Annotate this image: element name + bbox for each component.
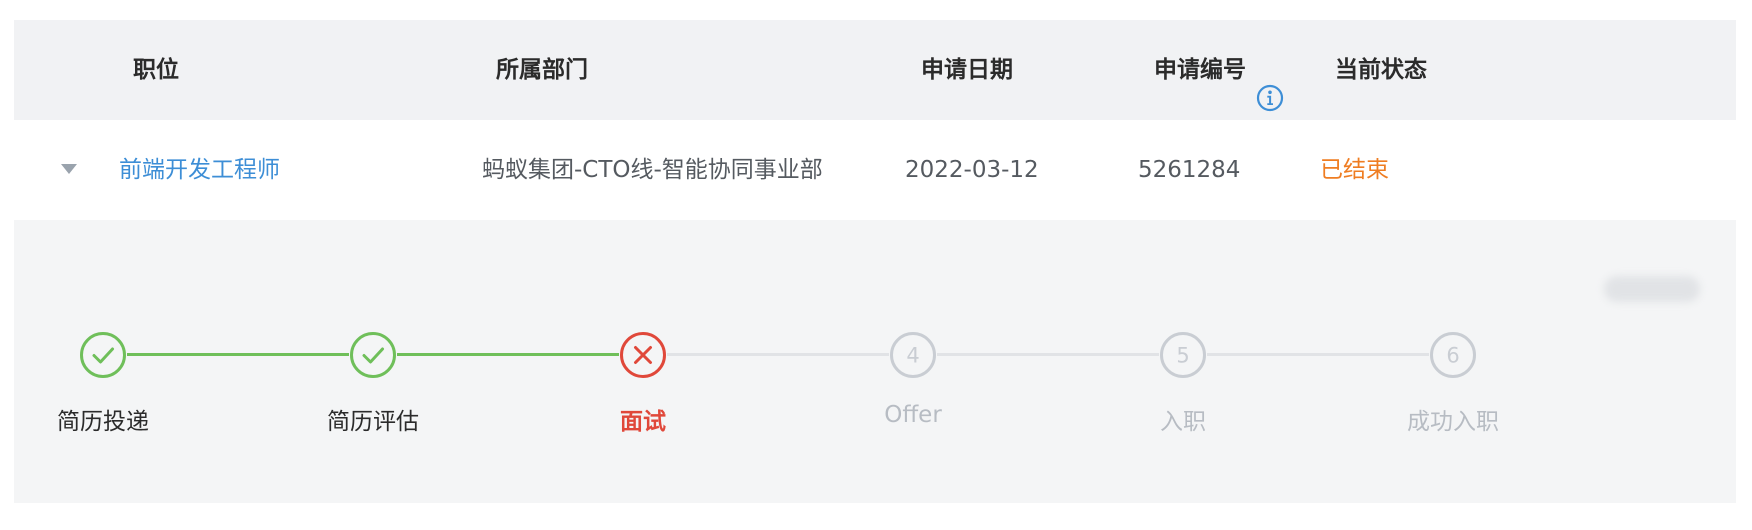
step-connector: [667, 353, 889, 356]
step-4-circle-icon: 4: [889, 331, 937, 379]
step-label-offer: Offer: [884, 402, 942, 428]
caret-down-icon[interactable]: [61, 164, 77, 174]
step-6-circle-icon: 6: [1429, 331, 1477, 379]
status-badge: 已结束: [1320, 157, 1389, 183]
step-label-onboard: 入职: [1160, 409, 1206, 435]
table-row[interactable]: 前端开发工程师 蚂蚁集团-CTO线-智能协同事业部 2022-03-12 526…: [14, 120, 1736, 220]
close-circle-icon: [619, 331, 667, 379]
check-circle-icon: [79, 331, 127, 379]
blurred-note: [1604, 276, 1700, 302]
application-table: 职位 所属部门 申请日期 申请编号 当前状态 前端开发工程师 蚂蚁集团-CTO线…: [14, 20, 1736, 503]
step-label-onboard-success: 成功入职: [1407, 409, 1499, 435]
step-label-resume-review: 简历评估: [327, 409, 419, 435]
step-connector: [397, 353, 619, 356]
step-connector: [127, 353, 349, 356]
progress-panel: 4 5 6 简历投递 简历评估 面试 Offer 入职 成功入职: [14, 220, 1736, 503]
step-connector: [1207, 353, 1429, 356]
department-cell: 蚂蚁集团-CTO线-智能协同事业部: [482, 157, 823, 183]
column-header-apply-number: 申请编号: [1154, 20, 1284, 120]
column-header-apply-number-label: 申请编号: [1154, 57, 1246, 83]
column-header-position: 职位: [133, 57, 179, 83]
column-header-department: 所属部门: [496, 57, 588, 83]
step-label-interview: 面试: [620, 409, 666, 435]
check-circle-icon: [349, 331, 397, 379]
step-4-number: 4: [906, 344, 919, 368]
step-5-number: 5: [1176, 344, 1189, 368]
step-label-resume-submit: 简历投递: [57, 409, 149, 435]
column-header-current-status: 当前状态: [1335, 57, 1427, 83]
info-icon[interactable]: [1256, 55, 1284, 111]
step-connector: [937, 353, 1159, 356]
apply-date-cell: 2022-03-12: [905, 157, 1039, 183]
step-6-number: 6: [1446, 344, 1459, 368]
column-header-apply-date: 申请日期: [921, 57, 1013, 83]
table-header: 职位 所属部门 申请日期 申请编号 当前状态: [14, 20, 1736, 120]
position-link[interactable]: 前端开发工程师: [119, 120, 280, 220]
step-5-circle-icon: 5: [1159, 331, 1207, 379]
apply-number-cell: 5261284: [1138, 157, 1241, 183]
